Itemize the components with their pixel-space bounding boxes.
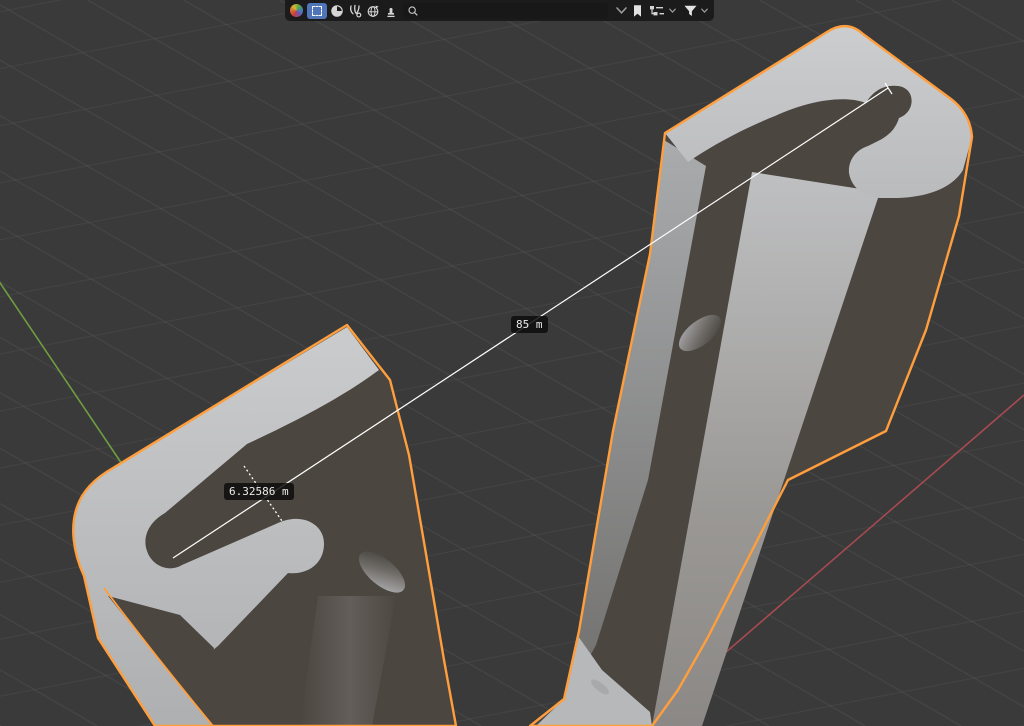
search-input[interactable] [419,3,604,18]
viewport-scene[interactable] [0,0,1024,726]
viewport-header-toolbar [285,0,714,21]
pie-segments-tool-button[interactable] [328,2,345,19]
measure-label-segment: 6.32586 m [224,483,294,500]
filter-icon [683,4,698,18]
stamp-tool-button[interactable] [382,2,399,19]
select-box-icon [312,6,322,16]
measure-label-total: 85 m [511,316,548,333]
blender-3d-viewport[interactable]: 85 m 6.32586 m [0,0,1024,726]
search-icon [407,5,419,17]
select-box-tool-button[interactable] [307,3,327,19]
display-mode-icon [649,4,665,18]
collapse-chevron-icon[interactable] [615,5,628,16]
orientation-globe-tool-button[interactable] [364,2,381,19]
bookmark-icon [631,4,644,18]
claw-icon [348,4,362,18]
axis-y-green [0,268,122,464]
stamp-icon [384,4,398,18]
search-field[interactable] [403,3,608,19]
mode-ball-icon[interactable] [290,4,303,17]
bracket-object-right[interactable] [530,26,972,726]
display-mode-button[interactable] [647,2,667,19]
bracket-object-left[interactable] [73,325,456,726]
filter-chevron-icon[interactable] [700,6,709,15]
orientation-globe-icon [366,4,380,18]
pie-segments-icon [330,4,344,18]
filter-button[interactable] [682,2,699,19]
display-mode-chevron-icon[interactable] [668,6,677,15]
bookmark-button[interactable] [629,2,646,19]
claw-tool-button[interactable] [346,2,363,19]
